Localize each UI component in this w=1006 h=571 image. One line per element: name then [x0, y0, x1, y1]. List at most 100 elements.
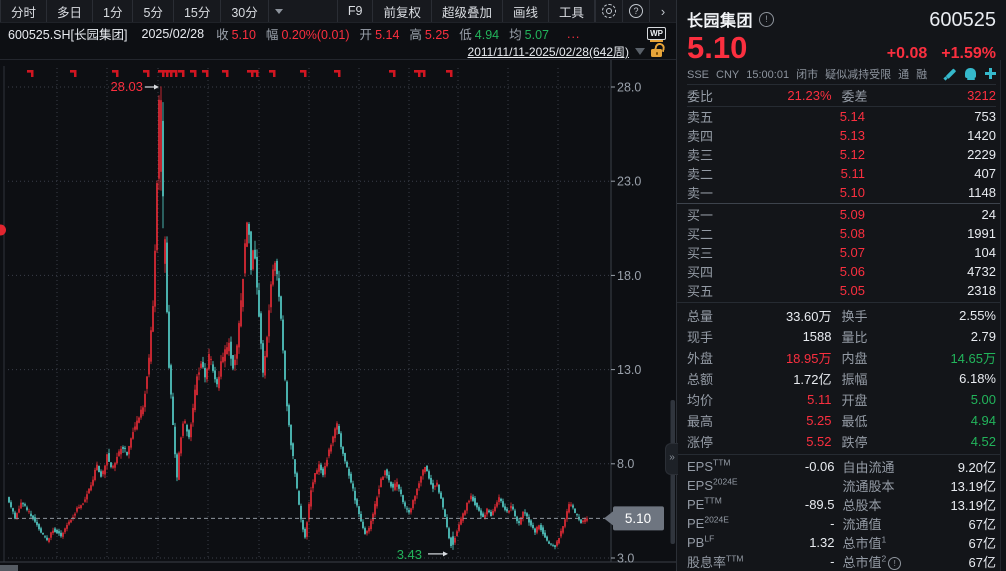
- fundamental-value: -0.06: [771, 459, 835, 474]
- fundamental-label: 总股本: [843, 495, 933, 514]
- info-icon[interactable]: !: [888, 557, 901, 570]
- price-change: +0.08: [887, 45, 927, 63]
- help-button[interactable]: ?: [622, 0, 649, 22]
- panel-scrollbar[interactable]: [1000, 60, 1006, 571]
- stat-value: 2.79: [908, 329, 997, 344]
- settings-button[interactable]: [595, 0, 622, 22]
- status-token: 闭市: [796, 69, 818, 81]
- fundamental-row: EPS2024E 流通股本 13.19亿: [687, 476, 996, 495]
- fundamental-label: PE2024E: [687, 516, 771, 531]
- ask-price: 5.11: [747, 166, 865, 181]
- draw-note-icon[interactable]: [944, 68, 956, 80]
- stock-name: 长园集团: [687, 7, 753, 31]
- wp-indicator-icon[interactable]: WP: [647, 27, 666, 40]
- status-token: 通: [898, 69, 909, 81]
- weibi-value: 21.23%: [743, 88, 832, 103]
- svg-text:23.0: 23.0: [617, 175, 641, 189]
- weibi-row: 委比 21.23% 委差 3212: [687, 84, 996, 107]
- ask-row[interactable]: 卖五 5.14 753: [687, 107, 996, 126]
- bid-price: 5.09: [747, 207, 865, 222]
- ask-row[interactable]: 卖一 5.10 1148: [687, 183, 996, 202]
- ask-row[interactable]: 卖二 5.11 407: [687, 164, 996, 183]
- stat-value: 1.72亿: [743, 369, 832, 388]
- alert-bell-icon[interactable]: [965, 68, 976, 78]
- bid-row[interactable]: 买五 5.05 2318: [687, 281, 996, 300]
- ask-level-label: 卖一: [687, 183, 747, 202]
- stat-label: 量比: [842, 327, 908, 346]
- fundamental-label: 流通值: [843, 514, 933, 533]
- fundamentals-grid: EPSTTM -0.06 自由流通 9.20亿 EPS2024E 流通股本 13…: [687, 457, 996, 571]
- more-fields-ellipsis[interactable]: ...: [567, 27, 580, 41]
- ask-level-label: 卖二: [687, 164, 747, 183]
- panel-collapse-tab[interactable]: »: [665, 443, 678, 475]
- fundamental-row: EPSTTM -0.06 自由流通 9.20亿: [687, 457, 996, 476]
- stat-value: 5.52: [743, 434, 832, 449]
- add-watchlist-icon[interactable]: [985, 68, 996, 79]
- ask-volume: 1420: [865, 128, 996, 143]
- bid-level-label: 买四: [687, 262, 747, 281]
- period-tab[interactable]: 多日: [46, 0, 92, 22]
- status-token: SSE: [687, 69, 709, 81]
- expand-toolbar-button[interactable]: ›: [649, 0, 676, 22]
- section-separator: [677, 302, 1006, 303]
- ask-volume: 753: [865, 109, 996, 124]
- symbol-label: 600525.SH[长园集团]: [8, 24, 128, 43]
- bid-level-label: 买三: [687, 243, 747, 262]
- ask-level-label: 卖五: [687, 107, 747, 126]
- chart-canvas[interactable]: 28.023.018.013.08.03.028.033.435.10: [0, 60, 676, 571]
- bid-price: 5.07: [747, 245, 865, 260]
- ohlc-field: 低4.94: [459, 28, 499, 42]
- period-tab[interactable]: 15分: [173, 0, 220, 22]
- bid-row[interactable]: 买一 5.09 24: [687, 205, 996, 224]
- stat-label: 换手: [842, 306, 908, 325]
- quote-panel: » 长园集团 ! 600525 5.10 +0.08 +1.59% SSECNY…: [676, 0, 1006, 571]
- toolbar-button[interactable]: 前复权: [372, 0, 431, 22]
- toolbar-button[interactable]: 工具: [548, 0, 595, 22]
- ask-volume: 2229: [865, 147, 996, 162]
- bid-row[interactable]: 买四 5.06 4732: [687, 262, 996, 281]
- stat-row: 涨停 5.52 跌停 4.52: [687, 431, 996, 452]
- stat-label: 最低: [842, 411, 908, 430]
- fundamental-label: 股息率TTM: [687, 552, 771, 571]
- unlocked-padlock-icon[interactable]: [651, 49, 662, 57]
- gear-icon: [602, 4, 616, 18]
- bid-volume: 1991: [865, 226, 996, 241]
- fundamental-value: -89.5: [771, 497, 835, 512]
- fundamental-label: 总市值2!: [843, 552, 933, 571]
- stat-label: 外盘: [687, 348, 743, 367]
- toolbar-button[interactable]: F9: [337, 0, 373, 22]
- bid-level-label: 买一: [687, 205, 747, 224]
- stat-value: 5.11: [743, 392, 832, 407]
- period-tab[interactable]: 30分: [220, 0, 268, 22]
- fundamental-label: PETTM: [687, 497, 771, 512]
- fundamental-value: 67亿: [933, 552, 997, 571]
- date-range-link[interactable]: 2011/11/11-2025/02/28(642周): [468, 43, 629, 60]
- chart-section: 分时多日1分5分15分30分 F9前复权超级叠加画线工具 ? › 600525.…: [0, 0, 676, 571]
- fundamental-label: 流通股本: [843, 476, 933, 495]
- stat-value: 4.94: [908, 413, 997, 428]
- period-tab[interactable]: 1分: [92, 0, 132, 22]
- svg-text:13.0: 13.0: [617, 363, 641, 377]
- bid-volume: 24: [865, 207, 996, 222]
- fundamental-value: 1.32: [771, 535, 835, 550]
- ask-row[interactable]: 卖三 5.12 2229: [687, 145, 996, 164]
- stock-info-icon[interactable]: !: [759, 12, 774, 27]
- bid-price: 5.06: [747, 264, 865, 279]
- fundamental-row: PETTM -89.5 总股本 13.19亿: [687, 495, 996, 514]
- ask-level-label: 卖三: [687, 145, 747, 164]
- svg-text:3.0: 3.0: [617, 551, 634, 565]
- toolbar-button[interactable]: 超级叠加: [431, 0, 502, 22]
- market-status-row: SSECNY15:00:01闭市疑似减持受限通融: [687, 65, 996, 82]
- candlestick-chart[interactable]: 28.023.018.013.08.03.028.033.435.10: [0, 59, 676, 571]
- period-tab[interactable]: 5分: [132, 0, 172, 22]
- ask-row[interactable]: 卖四 5.13 1420: [687, 126, 996, 145]
- period-tab[interactable]: 分时: [0, 0, 46, 22]
- ohlc-field: 高5.25: [409, 28, 449, 42]
- bid-row[interactable]: 买三 5.07 104: [687, 243, 996, 262]
- ohlc-field: 收5.10: [216, 28, 256, 42]
- toolbar-button[interactable]: 画线: [502, 0, 548, 22]
- interval-dropdown-caret[interactable]: [275, 9, 283, 14]
- bid-row[interactable]: 买二 5.08 1991: [687, 224, 996, 243]
- range-dropdown-icon[interactable]: [635, 48, 645, 55]
- stat-label: 现手: [687, 327, 743, 346]
